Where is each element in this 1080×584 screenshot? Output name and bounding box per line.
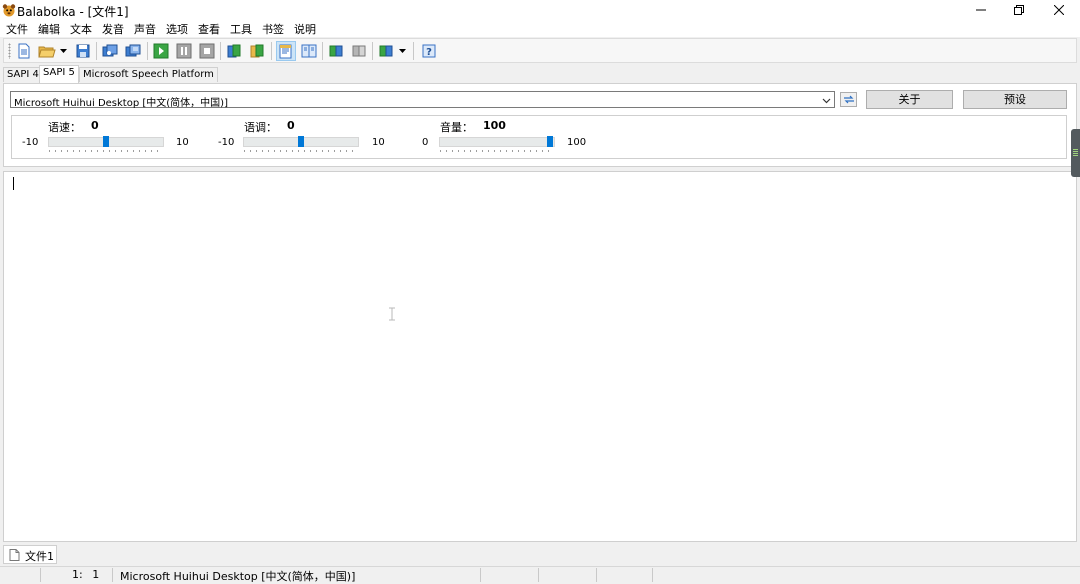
menu-bookmarks[interactable]: 书签 xyxy=(262,21,284,37)
help-icon[interactable]: ? xyxy=(420,42,438,60)
pitch-max: 10 xyxy=(372,137,385,148)
pause-icon[interactable] xyxy=(175,42,193,60)
status-bar: 1: 1 Microsoft Huihui Desktop [中文(简体，中国)… xyxy=(0,566,1080,583)
cursor-position: 1: 1 xyxy=(72,568,100,581)
open-folder-icon[interactable] xyxy=(38,42,56,60)
title-bar[interactable]: Balabolka - [文件1] xyxy=(0,0,1080,20)
menu-bar: 文件 编辑 文本 发音 声音 选项 查看 工具 书签 说明 xyxy=(0,20,1080,37)
app-logo-icon xyxy=(2,3,16,17)
ibeam-cursor-icon xyxy=(388,307,396,324)
preset-button[interactable]: 预设 xyxy=(963,90,1067,109)
svg-text:?: ? xyxy=(426,47,432,58)
volume-slider-track[interactable] xyxy=(439,137,555,147)
rate-min: -10 xyxy=(22,137,39,148)
convert-audio-icon[interactable] xyxy=(101,42,119,60)
previous-bookmark-icon[interactable] xyxy=(327,42,345,60)
tab-speech-platform[interactable]: Microsoft Speech Platform xyxy=(79,67,218,82)
batch-convert-icon[interactable] xyxy=(124,42,142,60)
menu-edit[interactable]: 编辑 xyxy=(38,21,60,37)
menu-tools[interactable]: 工具 xyxy=(230,21,252,37)
voice-settings-dropdown-icon[interactable] xyxy=(398,42,407,60)
close-button[interactable] xyxy=(1036,0,1080,20)
rate-slider-ticks xyxy=(49,150,163,152)
open-recent-dropdown-icon[interactable] xyxy=(59,42,68,60)
menu-options[interactable]: 选项 xyxy=(166,21,188,37)
tab-sapi5[interactable]: SAPI 5 xyxy=(39,65,79,83)
side-panel-handle[interactable] xyxy=(1071,129,1080,177)
save-icon[interactable] xyxy=(74,42,92,60)
volume-label: 音量： xyxy=(440,121,473,134)
voice-select-value: Microsoft Huihui Desktop [中文(简体，中国)] xyxy=(14,98,228,109)
pitch-value: 0 xyxy=(287,119,295,132)
menu-help[interactable]: 说明 xyxy=(294,21,316,37)
new-document-icon[interactable] xyxy=(15,42,33,60)
voice-select[interactable]: Microsoft Huihui Desktop [中文(简体，中国)] xyxy=(10,91,835,109)
document-tab[interactable]: 文件1 xyxy=(3,545,57,564)
window-title: Balabolka - [文件1] xyxy=(17,5,129,19)
text-caret xyxy=(13,177,14,190)
next-bookmark-icon[interactable] xyxy=(350,42,368,60)
document-tab-label: 文件1 xyxy=(25,550,54,563)
text-editor[interactable] xyxy=(3,171,1077,542)
read-clipboard-icon[interactable] xyxy=(225,42,243,60)
rate-max: 10 xyxy=(176,137,189,148)
volume-slider-thumb[interactable] xyxy=(547,136,553,147)
toolbar: ? xyxy=(3,38,1077,63)
stop-icon[interactable] xyxy=(198,42,216,60)
menu-voice[interactable]: 声音 xyxy=(134,21,156,37)
toolbar-grip[interactable] xyxy=(8,43,11,59)
swap-arrows-icon xyxy=(843,95,854,104)
refresh-voices-button[interactable] xyxy=(840,92,857,107)
document-icon xyxy=(9,549,20,564)
pitch-slider-thumb[interactable] xyxy=(298,136,304,147)
about-button[interactable]: 关于 xyxy=(866,90,953,109)
read-file-icon[interactable] xyxy=(248,42,266,60)
split-view-icon[interactable] xyxy=(300,42,318,60)
volume-max: 100 xyxy=(567,137,587,148)
grip-lines-icon xyxy=(1073,149,1078,157)
pitch-min: -10 xyxy=(218,137,235,148)
menu-speech[interactable]: 发音 xyxy=(102,21,124,37)
pitch-slider-ticks xyxy=(244,150,358,152)
tab-sapi4[interactable]: SAPI 4 xyxy=(3,67,43,82)
rate-value: 0 xyxy=(91,119,99,132)
rate-label: 语速： xyxy=(48,121,81,134)
volume-value: 100 xyxy=(483,119,506,132)
volume-slider-ticks xyxy=(440,150,554,152)
menu-text[interactable]: 文本 xyxy=(70,21,92,37)
menu-view[interactable]: 查看 xyxy=(198,21,220,37)
play-icon[interactable] xyxy=(152,42,170,60)
pitch-label: 语调： xyxy=(244,121,277,134)
chevron-down-icon xyxy=(822,95,831,108)
edit-text-icon[interactable] xyxy=(276,41,296,61)
rate-slider-thumb[interactable] xyxy=(103,136,109,147)
voice-settings-icon[interactable] xyxy=(377,42,395,60)
menu-file[interactable]: 文件 xyxy=(6,21,28,37)
volume-min: 0 xyxy=(422,137,429,148)
